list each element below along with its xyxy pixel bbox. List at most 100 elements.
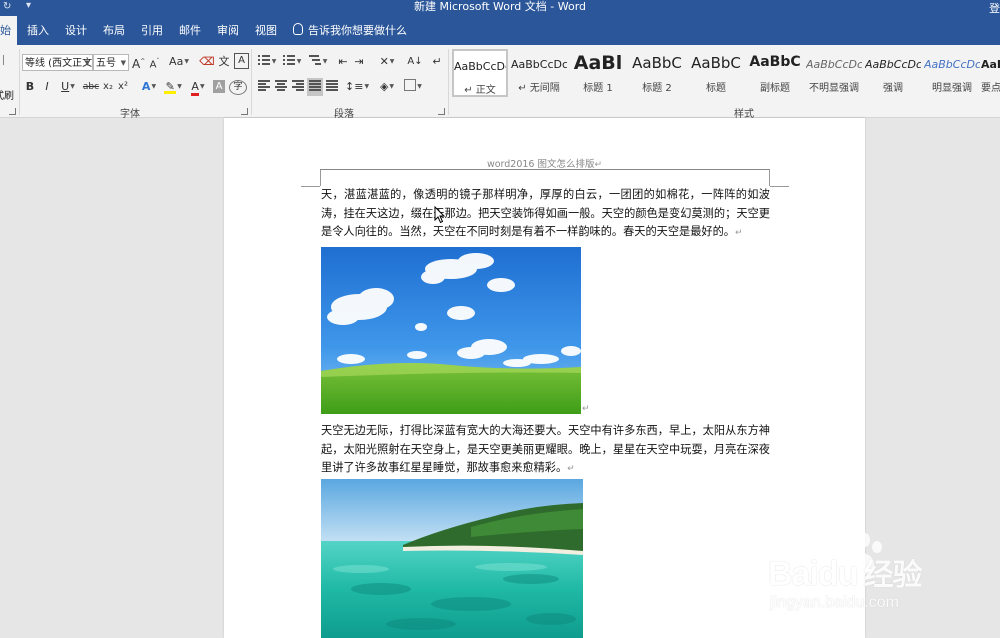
clear-formatting-button[interactable]: ⌫	[199, 53, 215, 71]
style-subtitle[interactable]: AaBbC 副标题	[747, 49, 803, 97]
distributed-button[interactable]	[325, 78, 339, 96]
font-group-label: 字体	[120, 109, 140, 120]
sky-meadow-image[interactable]	[321, 247, 581, 414]
style-name: 不明显强调	[809, 83, 859, 94]
bullets-icon	[257, 54, 271, 65]
shrink-font-button[interactable]: Aˇ	[148, 53, 161, 71]
decrease-indent-button[interactable]: ⇤	[336, 53, 350, 71]
style-heading-2[interactable]: AaBbC 标题 2	[629, 49, 685, 97]
underline-button[interactable]: U▼	[57, 78, 79, 96]
change-case-button[interactable]: Aa▼	[168, 53, 190, 71]
font-size-combo[interactable]: 五号 ▼	[93, 54, 129, 71]
paint-bucket-icon: ◈	[379, 80, 389, 93]
crop-mark	[769, 169, 770, 186]
line-spacing-icon: ↕≡	[345, 80, 364, 93]
style-intense-emphasis[interactable]: AaBbCcDc 明显强调	[924, 49, 980, 97]
strikethrough-button[interactable]: abc	[82, 78, 100, 96]
watermark-url: jingyan.baidu.com	[770, 594, 899, 611]
font-color-button[interactable]: A▼	[187, 78, 209, 96]
tab-insert[interactable]: 插入	[27, 16, 49, 45]
style-no-spacing[interactable]: AaBbCcDc ↵ 无间隔	[511, 49, 567, 97]
mouse-cursor-icon	[434, 206, 446, 224]
tab-view[interactable]: 视图	[255, 16, 277, 45]
increase-indent-button[interactable]: ⇥	[352, 53, 366, 71]
tell-me-box[interactable]: 告诉我你想要做什么	[293, 16, 407, 45]
style-name: ↵ 无间隔	[518, 83, 560, 94]
page-header[interactable]: word2016 图文怎么排版↵	[224, 156, 865, 170]
style-title[interactable]: AaBbC 标题	[688, 49, 744, 97]
justify-button[interactable]	[307, 78, 323, 96]
watermark-brand: Baidu 经验	[768, 550, 922, 594]
paragraph-launcher-icon[interactable]	[438, 108, 445, 115]
tropical-sea-image[interactable]	[321, 479, 583, 638]
text-effects-button[interactable]: A▼	[139, 78, 159, 96]
header-rule	[320, 169, 769, 170]
body-paragraph-2[interactable]: 天空无边无际，打得比深蓝有宽大的大海还要大。天空中有许多东西，早上，太阳从东方神…	[321, 422, 770, 479]
phonetic-guide-button[interactable]: 文	[217, 53, 231, 71]
tab-design[interactable]: 设计	[65, 16, 87, 45]
text-effects-icon: A	[141, 80, 151, 93]
change-case-icon: Aa	[169, 55, 184, 68]
style-emphasis[interactable]: AaBbCcDc 强调	[865, 49, 921, 97]
tab-review[interactable]: 审阅	[217, 16, 239, 45]
paragraph-mark-icon: ↵	[432, 55, 442, 68]
style-sample: AaBbC	[691, 54, 741, 72]
superscript-button[interactable]: x²	[116, 78, 130, 96]
subscript-button[interactable]: x₂	[101, 78, 115, 96]
style-name: 标题 1	[583, 83, 613, 94]
lightbulb-icon	[293, 23, 303, 35]
style-sample: AaBl	[981, 58, 1000, 71]
chevron-down-icon: ▼	[84, 59, 90, 67]
borders-button[interactable]: ▼	[402, 78, 424, 96]
chevron-down-icon: ▼	[120, 59, 126, 67]
style-strong[interactable]: AaBl 要点	[979, 49, 1000, 97]
font-color-icon: A	[191, 80, 199, 96]
title-bar: ↻ ▾ 新建 Microsoft Word 文档 - Word 登	[0, 0, 1000, 16]
style-sample: AaBbCcDc	[865, 58, 921, 71]
grow-font-button[interactable]: A^	[132, 53, 145, 71]
font-name-combo[interactable]: 等线 (西文正文 ▼	[22, 54, 93, 71]
sign-in-link[interactable]: 登	[989, 0, 1000, 16]
style-sample: AaBbC	[632, 54, 682, 72]
copy-icon[interactable]	[0, 55, 4, 65]
window-title: 新建 Microsoft Word 文档 - Word	[413, 0, 587, 13]
font-launcher-icon[interactable]	[241, 108, 248, 115]
highlight-button[interactable]: ✎ ▼	[162, 78, 184, 96]
bold-button[interactable]: B	[24, 78, 36, 96]
font-size-value: 五号	[96, 58, 116, 69]
align-left-button[interactable]	[257, 78, 271, 96]
tab-home[interactable]: 始	[0, 16, 17, 45]
align-center-button[interactable]	[274, 78, 288, 96]
show-marks-button[interactable]: ↵	[430, 53, 444, 71]
tell-me-text: 告诉我你想要做什么	[308, 24, 407, 37]
enclose-char-button[interactable]: 字	[229, 80, 247, 95]
body-paragraph-1[interactable]: 天，湛蓝湛蓝的，像透明的镜子那样明净，厚厚的白云，一团团的如棉花，一阵阵的如波涛…	[321, 186, 770, 243]
format-painter-button[interactable]: 式刷	[0, 87, 14, 102]
tab-layout[interactable]: 布局	[103, 16, 125, 45]
char-border-button[interactable]: A	[234, 53, 249, 69]
tab-mailings[interactable]: 邮件	[179, 16, 201, 45]
line-spacing-button[interactable]: ↕≡▼	[345, 78, 369, 96]
clipboard-launcher-icon[interactable]	[9, 108, 16, 115]
char-shading-button[interactable]: A	[213, 80, 225, 93]
style-heading-1[interactable]: AaBl 标题 1	[570, 49, 626, 97]
baidu-watermark: Baidu 经验 jingyan.baidu.com	[766, 530, 976, 620]
group-divider	[448, 49, 449, 115]
tab-references[interactable]: 引用	[141, 16, 163, 45]
chinese-layout-icon: ✕	[379, 55, 389, 68]
italic-button[interactable]: I	[41, 78, 53, 96]
chinese-layout-button[interactable]: ✕▼	[374, 53, 400, 71]
style-normal[interactable]: AaBbCcDc ↵ 正文	[452, 49, 508, 97]
multilevel-list-button[interactable]: ▼	[307, 53, 329, 71]
align-right-button[interactable]	[291, 78, 305, 96]
numbering-button[interactable]: ▼	[281, 53, 303, 71]
style-sample: AaBbC	[749, 54, 801, 70]
sort-button[interactable]: A↓	[407, 53, 423, 71]
bullets-button[interactable]: ▼	[256, 53, 278, 71]
style-subtle-emphasis[interactable]: AaBbCcDc 不明显强调	[806, 49, 862, 97]
watermark-brand-cn: 经验	[863, 559, 922, 592]
crop-mark	[770, 186, 789, 187]
tab-label: 始	[0, 24, 11, 37]
shading-button[interactable]: ◈▼	[376, 78, 398, 96]
ribbon: 式刷 等线 (西文正文▼ 五号▼ A^ Aˇ Aa▼ ⌫ 文 A B I U▼ …	[0, 45, 1000, 120]
